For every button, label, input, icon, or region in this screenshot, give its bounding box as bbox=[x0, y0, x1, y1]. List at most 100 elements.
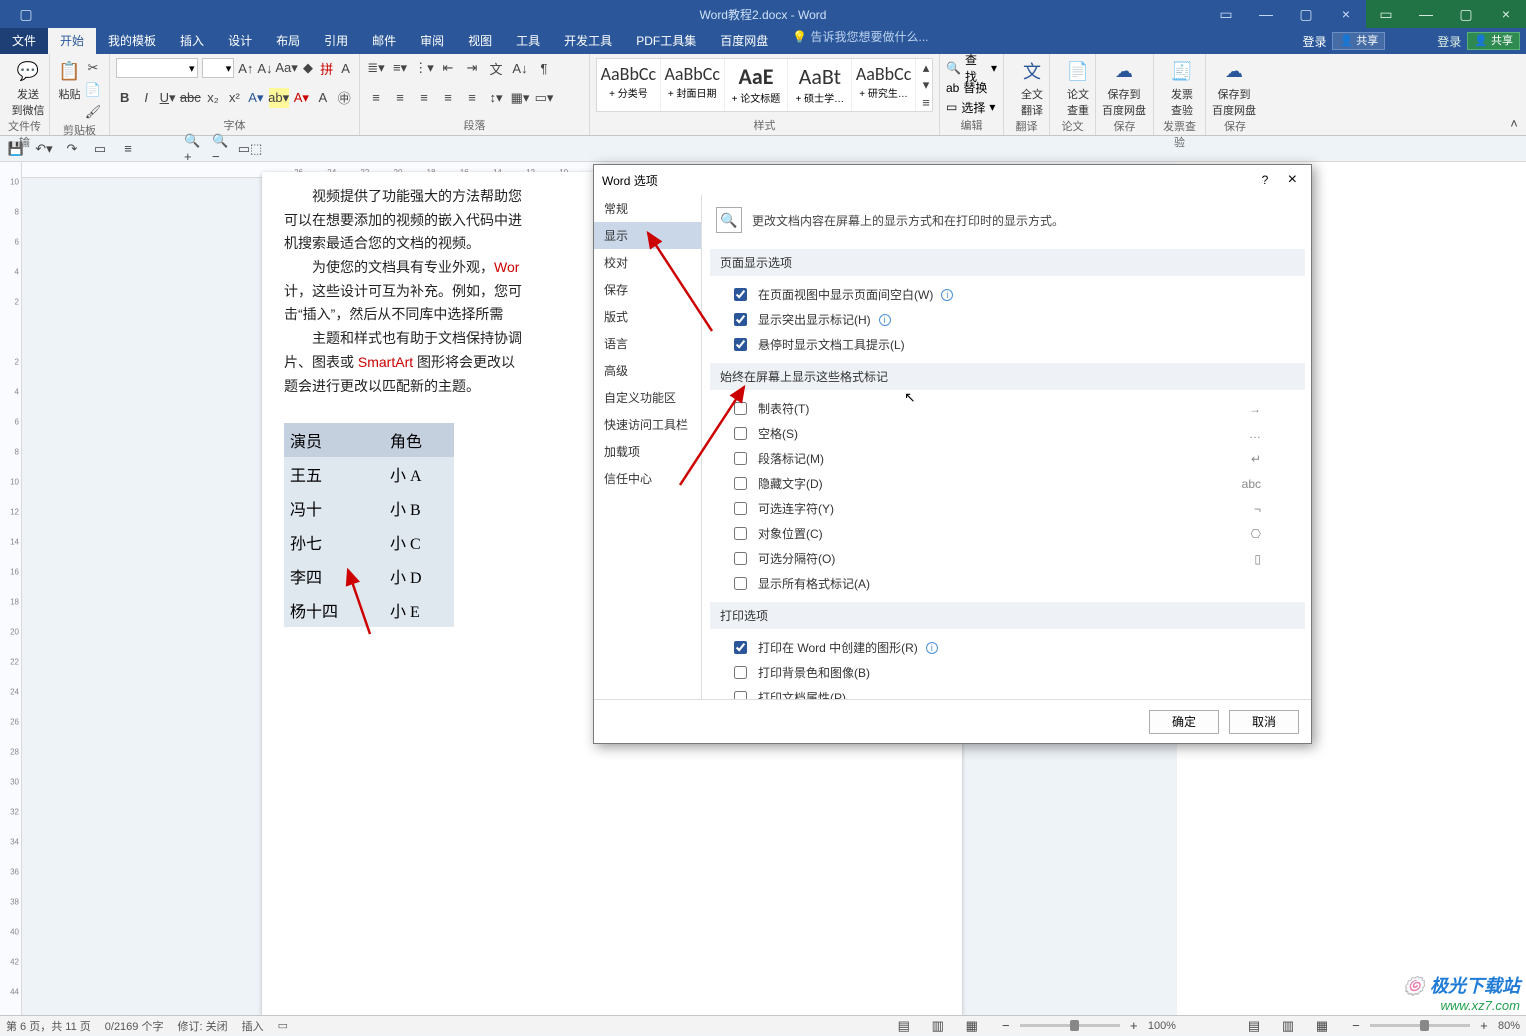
option-checkbox[interactable] bbox=[734, 477, 747, 490]
excel-zoom-in-button[interactable]: + bbox=[1474, 1016, 1494, 1036]
tab-devtools[interactable]: 开发工具 bbox=[552, 28, 624, 54]
option-checkbox[interactable] bbox=[734, 641, 747, 654]
view-read-button[interactable]: ▤ bbox=[894, 1016, 914, 1036]
option-checkbox[interactable] bbox=[734, 502, 747, 515]
status-track[interactable]: 修订: 关闭 bbox=[177, 1018, 227, 1034]
info-icon[interactable]: i bbox=[926, 642, 938, 654]
bold-button[interactable]: B bbox=[116, 88, 133, 108]
clear-formatting-button[interactable]: ◆ bbox=[301, 58, 316, 78]
numbering-button[interactable]: ≡▾ bbox=[390, 58, 410, 78]
style-item[interactable]: AaE+ 论文标题 bbox=[725, 59, 789, 111]
select-button[interactable]: ▭ 选择 ▾ bbox=[946, 98, 997, 118]
text-effects-button[interactable]: A▾ bbox=[247, 88, 264, 108]
tab-home[interactable]: 开始 bbox=[48, 28, 96, 54]
info-icon[interactable]: i bbox=[941, 289, 953, 301]
styles-gallery[interactable]: AaBbCc+ 分类号 AaBbCc+ 封面日期 AaE+ 论文标题 AaBt+… bbox=[596, 58, 933, 112]
info-icon[interactable]: i bbox=[879, 314, 891, 326]
dialog-close-button[interactable]: × bbox=[1282, 171, 1303, 188]
cat-proofing[interactable]: 校对 bbox=[594, 249, 701, 276]
italic-button[interactable]: I bbox=[137, 88, 154, 108]
decrease-indent-button[interactable]: ⇤ bbox=[438, 58, 458, 78]
zoom-slider[interactable] bbox=[1020, 1024, 1120, 1027]
close-button[interactable]: × bbox=[1326, 0, 1366, 28]
full-translate-button[interactable]: 文全文 翻译 bbox=[1010, 58, 1054, 118]
styles-up-button[interactable]: ▴ bbox=[916, 59, 936, 76]
cat-addins[interactable]: 加载项 bbox=[594, 438, 701, 465]
format-painter-button[interactable]: 🖌 bbox=[83, 102, 103, 122]
borders-button[interactable]: ▭▾ bbox=[534, 88, 554, 108]
underline-button[interactable]: U▾ bbox=[159, 88, 176, 108]
sys-menu-icon[interactable]: ▢ bbox=[6, 0, 46, 28]
superscript-button[interactable]: x² bbox=[226, 88, 243, 108]
option-checkbox[interactable] bbox=[734, 577, 747, 590]
bullets-button[interactable]: ≣▾ bbox=[366, 58, 386, 78]
tab-my-templates[interactable]: 我的模板 bbox=[96, 28, 168, 54]
option-checkbox[interactable] bbox=[734, 691, 747, 699]
ribbon-mode-icon[interactable]: ▭ bbox=[1206, 0, 1246, 28]
option-checkbox[interactable] bbox=[734, 313, 747, 326]
increase-indent-button[interactable]: ⇥ bbox=[462, 58, 482, 78]
send-to-wechat-button[interactable]: 💬发送 到微信 bbox=[6, 58, 50, 118]
cat-layout[interactable]: 版式 bbox=[594, 303, 701, 330]
dialog-help-button[interactable]: ? bbox=[1252, 173, 1279, 187]
minimize-button[interactable]: — bbox=[1246, 0, 1286, 28]
asian-layout-button[interactable]: 文 bbox=[486, 58, 506, 78]
line-spacing-button[interactable]: ↕▾ bbox=[486, 88, 506, 108]
cut-button[interactable]: ✂ bbox=[83, 58, 103, 78]
style-item[interactable]: AaBbCc+ 研究生… bbox=[852, 59, 916, 111]
status-words[interactable]: 0/2169 个字 bbox=[105, 1018, 164, 1034]
option-checkbox[interactable] bbox=[734, 552, 747, 565]
login-link[interactable]: 登录 bbox=[1302, 33, 1326, 50]
option-checkbox[interactable] bbox=[734, 402, 747, 415]
redo-button[interactable]: ↷ bbox=[62, 139, 82, 159]
tab-pdf-tools[interactable]: PDF工具集 bbox=[624, 28, 708, 54]
excel-zoom-out-button[interactable]: − bbox=[1346, 1016, 1366, 1036]
excel-share-button[interactable]: 👤 共享 bbox=[1467, 32, 1520, 50]
zoom-in-button[interactable]: 🔍+ bbox=[184, 139, 204, 159]
new-window-button[interactable]: ▭ bbox=[90, 139, 110, 159]
shading-button[interactable]: ▦▾ bbox=[510, 88, 530, 108]
option-checkbox[interactable] bbox=[734, 666, 747, 679]
qat-more-button[interactable]: ≡ bbox=[118, 139, 138, 159]
status-page[interactable]: 第 6 页，共 11 页 bbox=[6, 1018, 91, 1034]
cat-advanced[interactable]: 高级 bbox=[594, 357, 701, 384]
cancel-button[interactable]: 取消 bbox=[1229, 710, 1299, 734]
cat-general[interactable]: 常规 bbox=[594, 195, 701, 222]
cat-trust-center[interactable]: 信任中心 bbox=[594, 465, 701, 492]
paper-check-button[interactable]: 📄论文 查重 bbox=[1056, 58, 1100, 118]
excel-login-link[interactable]: 登录 bbox=[1437, 33, 1461, 50]
align-right-button[interactable]: ≡ bbox=[414, 88, 434, 108]
align-center-button[interactable]: ≡ bbox=[390, 88, 410, 108]
cat-display[interactable]: 显示 bbox=[594, 222, 701, 249]
excel-minimize-button[interactable]: — bbox=[1406, 0, 1446, 28]
show-marks-button[interactable]: ¶ bbox=[534, 58, 554, 78]
cat-customize-ribbon[interactable]: 自定义功能区 bbox=[594, 384, 701, 411]
grow-font-button[interactable]: A↑ bbox=[238, 58, 253, 78]
zoom-out-button[interactable]: 🔍− bbox=[212, 139, 232, 159]
tab-view[interactable]: 视图 bbox=[456, 28, 504, 54]
object-select-button[interactable]: ▭⬚ bbox=[240, 139, 260, 159]
font-color-button[interactable]: A▾ bbox=[293, 88, 310, 108]
cat-qat[interactable]: 快速访问工具栏 bbox=[594, 411, 701, 438]
tab-tools[interactable]: 工具 bbox=[504, 28, 552, 54]
replace-button[interactable]: ab 替换 bbox=[946, 78, 997, 98]
tab-review[interactable]: 审阅 bbox=[408, 28, 456, 54]
zoom-in-button[interactable]: + bbox=[1124, 1016, 1144, 1036]
maximize-button[interactable]: ▢ bbox=[1286, 0, 1326, 28]
tab-mail[interactable]: 邮件 bbox=[360, 28, 408, 54]
tab-insert[interactable]: 插入 bbox=[168, 28, 216, 54]
find-button[interactable]: 🔍 查找 ▾ bbox=[946, 58, 997, 78]
tab-design[interactable]: 设计 bbox=[216, 28, 264, 54]
shrink-font-button[interactable]: A↓ bbox=[257, 58, 272, 78]
char-border-button[interactable]: ㊥ bbox=[336, 88, 353, 108]
share-button[interactable]: 👤 共享 bbox=[1332, 32, 1385, 50]
save-to-baidu-button-2[interactable]: ☁保存到 百度网盘 bbox=[1212, 58, 1256, 118]
styles-more-button[interactable]: ≡ bbox=[916, 94, 936, 111]
invoice-check-button[interactable]: 🧾发票 查验 bbox=[1160, 58, 1204, 118]
cat-language[interactable]: 语言 bbox=[594, 330, 701, 357]
option-checkbox[interactable] bbox=[734, 427, 747, 440]
justify-button[interactable]: ≡ bbox=[438, 88, 458, 108]
align-left-button[interactable]: ≡ bbox=[366, 88, 386, 108]
multilevel-list-button[interactable]: ⋮▾ bbox=[414, 58, 434, 78]
tell-me-input[interactable]: 💡 告诉我您想要做什么... bbox=[792, 28, 928, 54]
